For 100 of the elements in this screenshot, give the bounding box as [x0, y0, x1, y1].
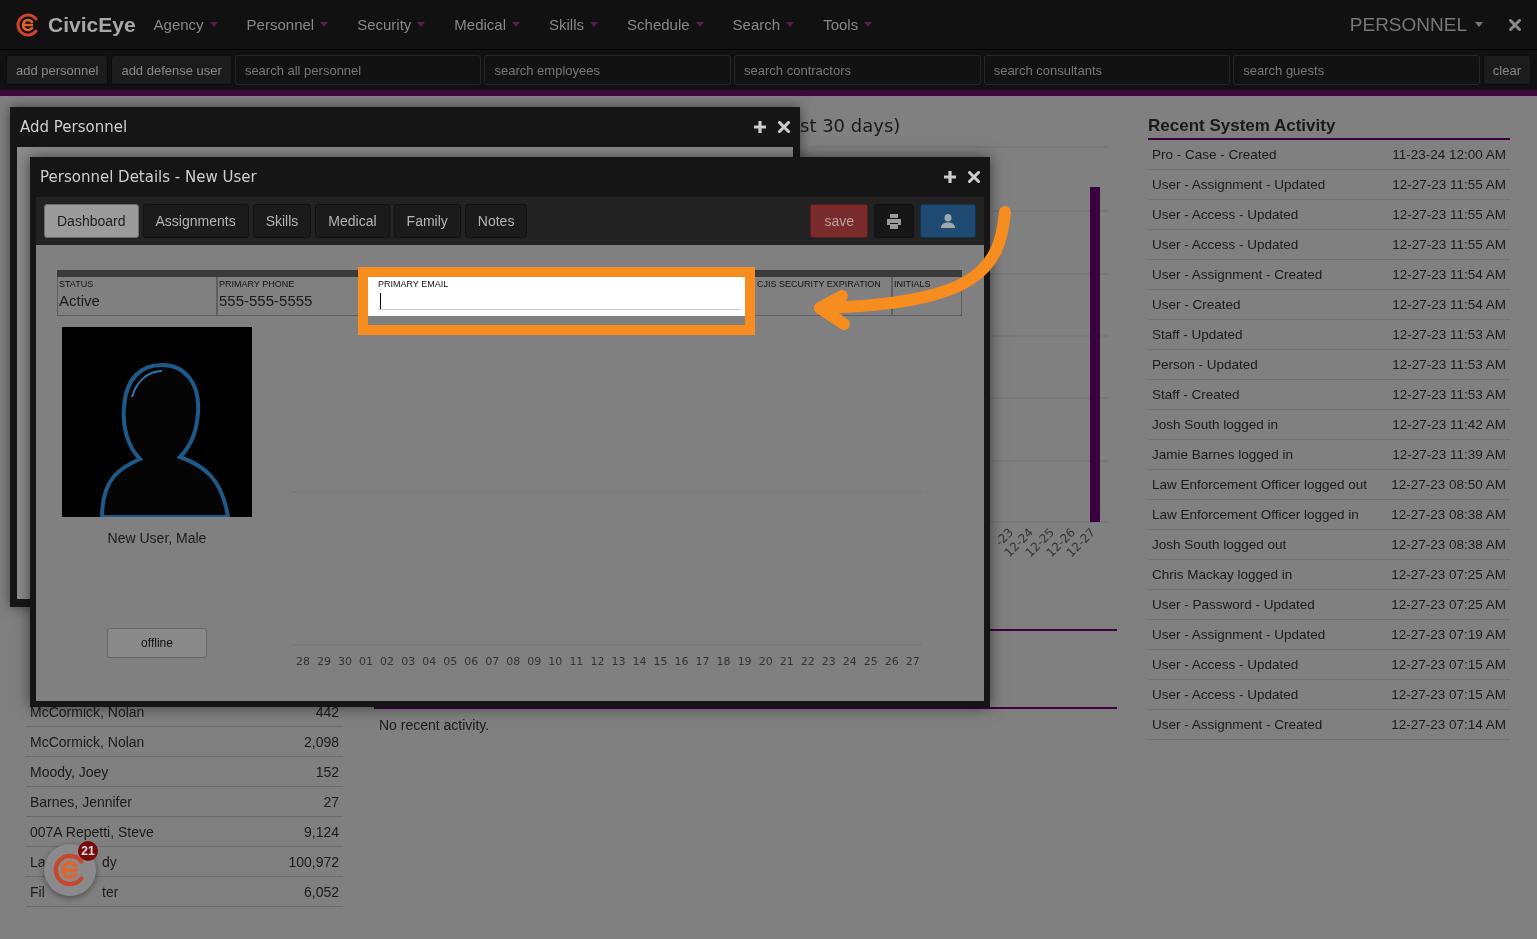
print-button[interactable]	[874, 204, 914, 238]
status-button[interactable]: offline	[107, 628, 207, 658]
nav-menu[interactable]: Agency	[153, 16, 218, 33]
nav-menu[interactable]: Search	[732, 16, 795, 33]
person-name: McCormick, Nolan	[30, 733, 145, 750]
nav-menu[interactable]: Personnel	[246, 16, 329, 33]
axis-label: 27	[905, 655, 920, 668]
caret-icon	[417, 22, 426, 27]
axis-label: 30	[338, 655, 353, 668]
count-value: 27	[323, 793, 339, 810]
activity-event: User - Password - Updated	[1152, 597, 1315, 612]
axis-label: 10	[548, 655, 563, 668]
axis-label: 05	[443, 655, 458, 668]
person-name: Barnes, Jennifer	[30, 793, 132, 810]
email-input[interactable]	[378, 291, 741, 310]
save-button[interactable]: save	[810, 204, 868, 238]
toolbar-button[interactable]: add personnel	[6, 55, 109, 85]
axis-label: 04	[422, 655, 437, 668]
field-label: STATUS	[59, 279, 95, 289]
caret-icon	[864, 22, 873, 27]
axis-label: 03	[401, 655, 416, 668]
caret-icon	[512, 22, 521, 27]
activity-time: 12-27-23 11:55 AM	[1392, 237, 1506, 252]
user-icon	[941, 214, 955, 228]
axis-label: 13	[611, 655, 626, 668]
axis-label: 16	[674, 655, 689, 668]
activity-event: User - Assignment - Updated	[1152, 177, 1326, 192]
window-title: Personnel Details - New User	[40, 168, 257, 186]
activity-event: Person - Updated	[1152, 357, 1258, 372]
activity-time: 12-27-23 07:15 AM	[1391, 657, 1506, 672]
activity-time: 11-23-24 12:00 AM	[1392, 147, 1506, 162]
activity-time: 12-27-23 11:53 AM	[1392, 387, 1506, 402]
toolbar-button[interactable]: add defense user	[111, 55, 232, 85]
tab[interactable]: Assignments	[142, 204, 249, 238]
tab[interactable]: Notes	[464, 204, 528, 238]
axis-label: 15	[653, 655, 668, 668]
tab[interactable]: Family	[393, 204, 461, 238]
activity-time: 12-27-23 07:25 AM	[1391, 567, 1506, 582]
activity-event: Law Enforcement Officer logged out	[1152, 477, 1368, 492]
activity-time: 12-27-23 11:53 AM	[1392, 327, 1506, 342]
search-field[interactable]: search guests	[1233, 55, 1480, 85]
search-field[interactable]: search all personnel	[234, 55, 482, 85]
notification-badge: 21	[78, 841, 98, 861]
person-name: McCormick, Nolan	[30, 703, 145, 720]
brand-name: CivicEye	[48, 12, 136, 37]
tab[interactable]: Skills	[252, 204, 312, 238]
axis-label: 07	[485, 655, 500, 668]
activity-event: Law Enforcement Officer logged in	[1152, 507, 1359, 522]
clear-button[interactable]: clear	[1482, 55, 1532, 85]
nav-menu[interactable]: Tools	[823, 16, 873, 33]
field-label: CJIS SECURITY EXPIRATION	[757, 279, 882, 289]
search-field[interactable]: search consultants	[983, 55, 1231, 85]
activity-time: 12-27-23 07:14 AM	[1391, 717, 1506, 732]
count-value: 152	[315, 763, 339, 780]
close-icon[interactable]	[1509, 18, 1521, 31]
count-value: 442	[315, 703, 339, 720]
plus-icon[interactable]	[753, 120, 767, 134]
activity-event: Josh South logged in	[1152, 417, 1279, 432]
activity-time: 12-27-23 11:42 AM	[1392, 417, 1506, 432]
nav-menu[interactable]: Medical	[454, 16, 521, 33]
person-name: La	[30, 853, 46, 870]
chart-title: st 30 days)	[800, 115, 901, 136]
logo-icon	[16, 12, 40, 37]
tab[interactable]: Medical	[315, 204, 390, 238]
axis-label: 18	[716, 655, 731, 668]
axis-label: 28	[296, 655, 310, 668]
search-field[interactable]: search employees	[484, 55, 732, 85]
activity-event: User - Access - Updated	[1152, 657, 1299, 672]
activity-event: Josh South logged out	[1152, 537, 1287, 552]
person-name: dy	[102, 853, 117, 870]
activity-time: 12-27-23 08:38 AM	[1391, 507, 1506, 522]
activity-time: 12-27-23 11:39 AM	[1392, 447, 1506, 462]
activity-time: 12-27-23 07:15 AM	[1391, 687, 1506, 702]
panel-title: Recent System Activity	[1148, 116, 1510, 140]
axis-label: 29	[317, 655, 332, 668]
module-menu[interactable]: PERSONNEL	[1349, 13, 1483, 36]
app-launcher-button[interactable]	[44, 844, 96, 896]
activity-event: Staff - Created	[1152, 387, 1240, 402]
activity-time: 12-27-23 11:54 AM	[1392, 297, 1506, 312]
nav-menu[interactable]: Skills	[549, 16, 599, 33]
axis-label: 23	[821, 655, 836, 668]
axis-label: 12	[590, 655, 605, 668]
plus-icon[interactable]	[943, 170, 957, 184]
close-icon[interactable]	[968, 171, 980, 183]
activity-event: User - Assignment - Created	[1152, 267, 1323, 282]
person-name: Fil	[30, 883, 45, 900]
nav-menu[interactable]: Security	[357, 16, 426, 33]
nav-menu[interactable]: Schedule	[627, 16, 704, 33]
count-value: 2,098	[303, 733, 339, 750]
activity-time: 12-27-23 08:38 AM	[1391, 537, 1506, 552]
activity-event: User - Access - Updated	[1152, 687, 1299, 702]
close-icon[interactable]	[778, 121, 790, 133]
user-button[interactable]	[920, 204, 976, 238]
caret-icon	[590, 22, 599, 27]
activity-event: User - Access - Updated	[1152, 207, 1299, 222]
activity-time: 12-27-23 11:55 AM	[1392, 207, 1506, 222]
axis-label: 09	[527, 655, 542, 668]
printer-icon	[886, 213, 902, 229]
search-field[interactable]: search contractors	[734, 55, 981, 85]
tab[interactable]: Dashboard	[44, 204, 139, 238]
